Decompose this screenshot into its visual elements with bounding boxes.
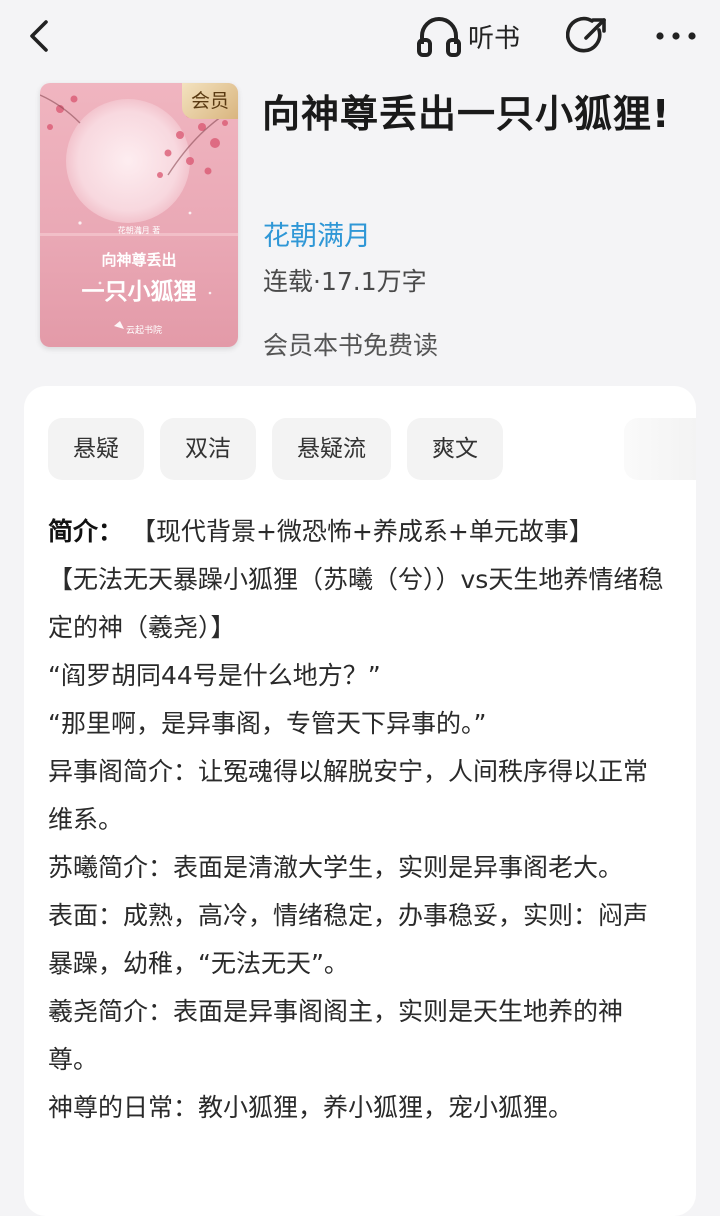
tag-overflow-fade [624,418,696,480]
intro-label: 简介： [48,517,124,546]
chevron-left-icon [30,20,48,52]
book-status: 连载·17.1万字 [263,267,427,296]
cover-publisher: 云起书院 [126,324,162,336]
intro-paragraph: 羲尧简介：表面是异事阁阁主，实则是天生地养的神尊。 [48,997,624,1074]
intro-paragraph: 神尊的日常：教小狐狸，养小狐狸，宠小狐狸。 [48,1093,574,1122]
top-bar: 听书 [0,0,720,72]
cover-title-line1: 向神尊丢出 [101,251,176,269]
listen-button[interactable]: 听书 [416,14,520,58]
intro-first-line: 简介： 【现代背景+微恐怖+养成系+单元故事】 [48,508,672,556]
intro-line: 【现代背景+微恐怖+养成系+单元故事】 [130,517,594,546]
cover-author: 花朝满月 著 [118,225,161,235]
headphones-icon [417,17,461,57]
more-button[interactable] [652,14,700,58]
member-free-text: 会员本书免费读 [263,331,439,360]
info-card: 悬疑 双洁 悬疑流 爽文 简介： 【现代背景+微恐怖+养成系+单元故事】 【无法… [24,386,696,1216]
share-button[interactable] [565,14,610,58]
cover-title-line2: 一只小狐狸 [82,278,197,305]
author-link[interactable]: 花朝满月 [263,214,371,253]
intro-paragraph: “阎罗胡同44号是什么地方？” [48,661,381,690]
member-badge: 会员 [182,83,238,119]
book-cover[interactable]: 花朝满月 著 向神尊丢出 一只小狐狸 云起书院 会员 [40,83,238,347]
tag-chip[interactable]: 双洁 [160,418,256,480]
book-intro: 简介： 【现代背景+微恐怖+养成系+单元故事】 【无法无天暴躁小狐狸（苏曦（兮）… [48,508,672,1132]
more-dots-icon [656,32,696,40]
back-button[interactable] [22,14,62,58]
tag-chip[interactable]: 悬疑 [48,418,144,480]
cover-art: 花朝满月 著 向神尊丢出 一只小狐狸 云起书院 [40,83,238,347]
tag-list: 悬疑 双洁 悬疑流 爽文 [48,418,519,480]
intro-paragraph: 苏曦简介：表面是清澈大学生，实则是异事阁老大。 [48,853,624,882]
share-icon [565,16,606,53]
intro-paragraph: 【无法无天暴躁小狐狸（苏曦（兮））vs天生地养情绪稳定的神（羲尧）】 [48,565,664,642]
listen-label: 听书 [468,23,521,54]
intro-paragraph: 表面：成熟，高冷，情绪稳定，办事稳妥，实则：闷声暴躁，幼稚，“无法无天”。 [48,901,649,978]
tag-chip[interactable]: 悬疑流 [272,418,391,480]
tag-chip[interactable]: 爽文 [407,418,503,480]
book-title: 向神尊丢出一只小狐狸! [262,92,671,136]
intro-paragraph: 异事阁简介：让冤魂得以解脱安宁，人间秩序得以正常维系。 [48,757,649,834]
intro-paragraph: “那里啊，是异事阁，专管天下异事的。” [48,709,487,738]
